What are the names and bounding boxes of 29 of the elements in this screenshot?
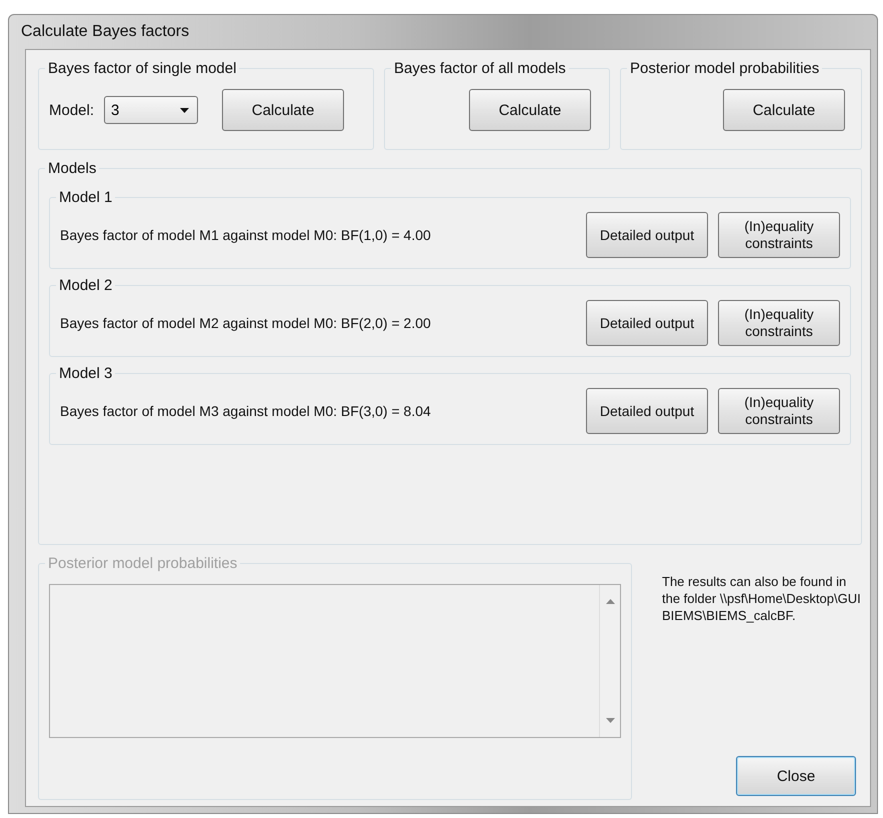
close-button[interactable]: Close [736,756,856,796]
results-note: The results can also be found in the folder \\psf\Home\Desktop\GUI BIEMS\BIEMS_calcBF. [662,573,862,624]
calculate-button[interactable]: Calculate [723,89,845,131]
model-label: Model: [49,102,94,118]
group-title: Model 3 [58,365,114,382]
bayes-factor-result: Bayes factor of model M1 against model M0: BF(1,0) = 4.00 [60,227,431,243]
group-title: Bayes factor of single model [47,60,238,77]
group-title: Bayes factor of all models [393,60,567,77]
window-title: Calculate Bayes factors [20,22,190,42]
calculate-button[interactable]: Calculate [222,89,344,131]
constraints-button[interactable]: (In)equality constraints [718,388,840,434]
group-title: Posterior model probabilities [47,555,238,572]
group-title: Models [47,160,98,177]
group-title: Model 2 [58,277,114,294]
bayes-factor-result: Bayes factor of model M2 against model M0: BF(2,0) = 2.00 [60,315,431,331]
group-title: Posterior model probabilities [629,60,820,77]
dropdown-arrow-icon [180,108,190,112]
model-dropdown[interactable]: 3 [104,96,198,124]
scroll-down-icon [606,718,614,723]
results-textarea[interactable] [49,584,621,738]
detailed-output-button[interactable]: Detailed output [586,300,708,346]
group-title: Model 1 [58,189,114,206]
detailed-output-button[interactable]: Detailed output [586,388,708,434]
calculate-button[interactable]: Calculate [469,89,591,131]
scroll-up-icon [606,599,614,604]
bayes-factor-result: Bayes factor of model M3 against model M0: BF(3,0) = 8.04 [60,403,431,419]
constraints-button[interactable]: (In)equality constraints [718,300,840,346]
constraints-button[interactable]: (In)equality constraints [718,212,840,258]
detailed-output-button[interactable]: Detailed output [586,212,708,258]
